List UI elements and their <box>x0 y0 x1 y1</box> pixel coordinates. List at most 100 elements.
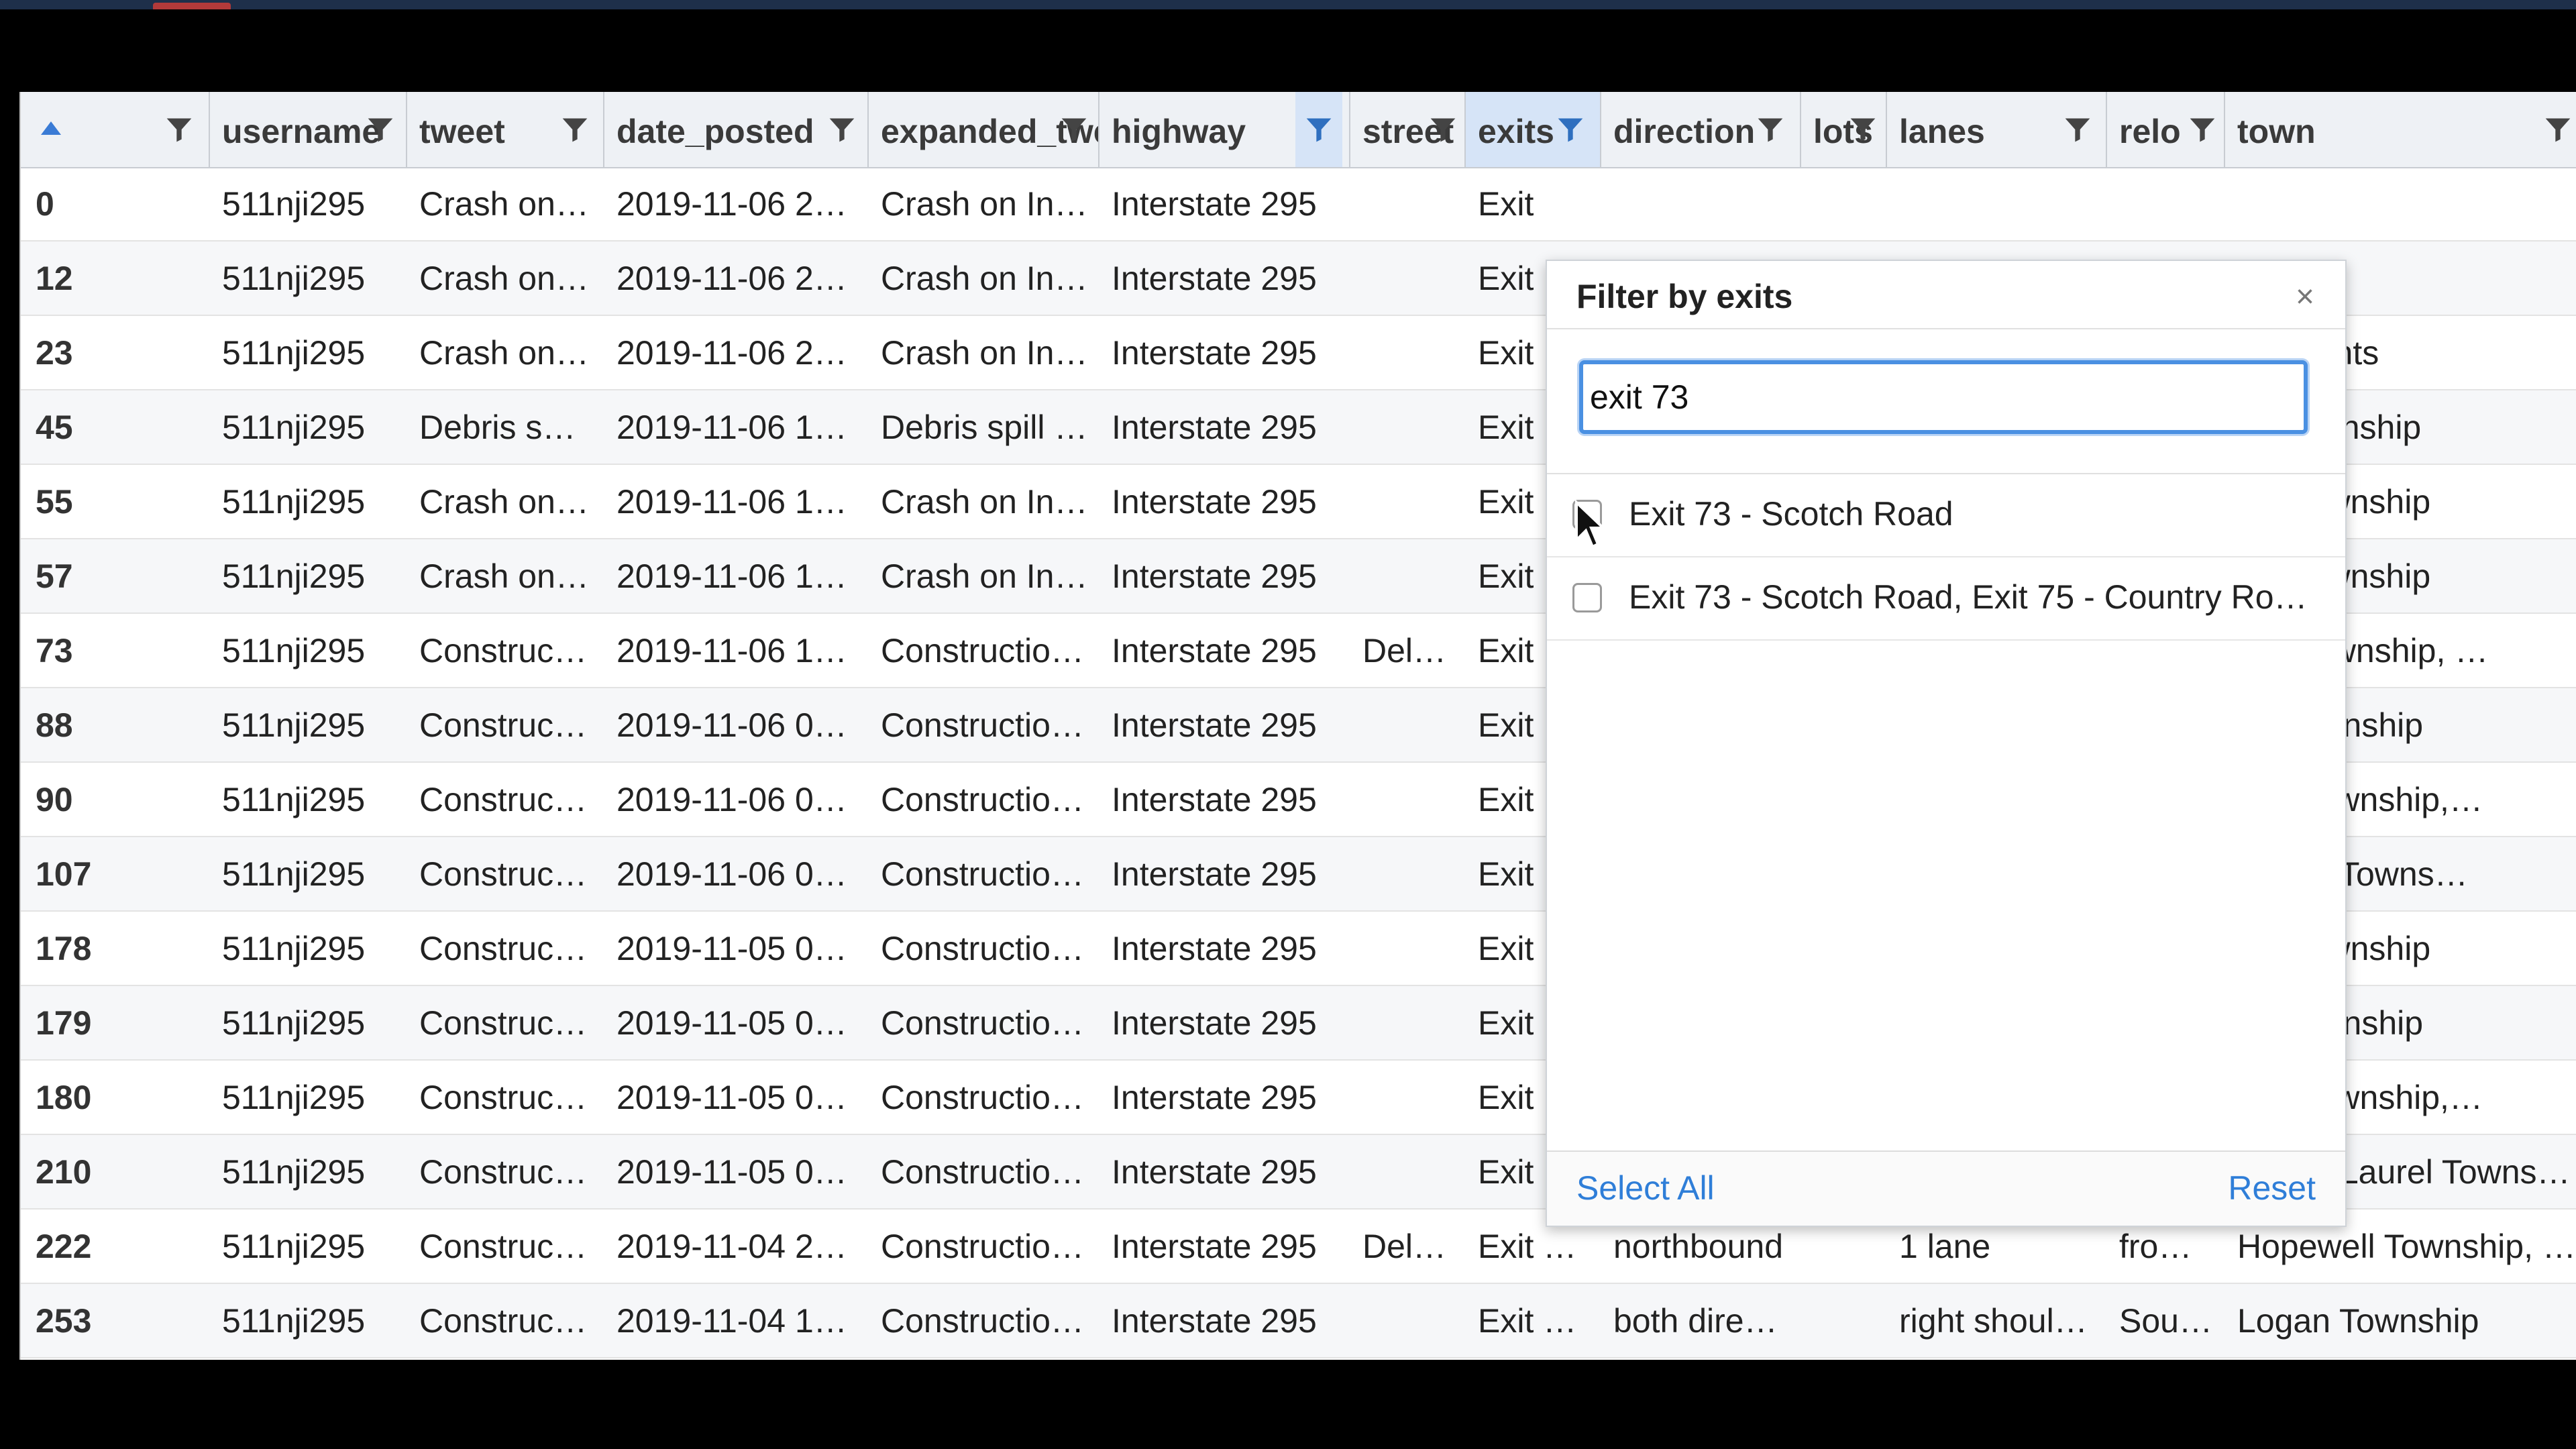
filter-icon[interactable] <box>827 115 857 144</box>
mouse-pointer-icon <box>1575 500 1607 549</box>
cell-username: 511nji295 <box>222 483 366 521</box>
filter-icon[interactable] <box>2063 115 2092 144</box>
header-label: exits <box>1478 113 1554 150</box>
cell-highway: Interstate 295 <box>1112 260 1317 297</box>
cell-tweet: Debris s… <box>419 409 576 446</box>
header-tweet[interactable]: tweet <box>407 92 604 167</box>
filter-icon[interactable] <box>1848 115 1878 144</box>
row-index: 210 <box>36 1153 92 1191</box>
cell-highway: Interstate 295 <box>1112 185 1317 223</box>
header-username[interactable]: username <box>210 92 407 167</box>
filter-icon[interactable] <box>1556 115 1585 144</box>
browser-tab-marker <box>153 3 231 9</box>
header-street[interactable]: street <box>1350 92 1466 167</box>
header-label: direction <box>1613 113 1756 150</box>
table-row[interactable]: 253 511nji295 Construc… 2019-11-04 1… Constr… <box>21 1284 2576 1358</box>
cell-expanded-tweet: Crash on In… <box>881 557 1088 595</box>
cell-street <box>1350 688 1466 763</box>
cell-username: 511nji295 <box>222 185 366 223</box>
cell-expanded-tweet: Crash on In… <box>881 483 1088 521</box>
header-lots[interactable]: lots <box>1801 92 1887 167</box>
cell-tweet: Construc… <box>419 930 588 967</box>
row-index: 180 <box>36 1079 92 1116</box>
cell-username: 511nji295 <box>222 706 366 744</box>
cell-expanded-tweet: Constructio… <box>881 1228 1084 1265</box>
header-label: username <box>222 113 381 150</box>
reset-link[interactable]: Reset <box>2228 1152 2316 1224</box>
cell-expanded-tweet: Crash on In… <box>881 334 1088 372</box>
filter-icon[interactable] <box>1428 115 1458 144</box>
filter-popup: Filter by exits × Exit 73 - Scotch Road … <box>1546 260 2347 1227</box>
filter-icon[interactable] <box>164 115 194 144</box>
cell-tweet: Construc… <box>419 1228 588 1265</box>
cell-street: Del… <box>1362 632 1447 669</box>
cell-username: 511nji295 <box>222 930 366 967</box>
cell-tweet: Construc… <box>419 1079 588 1116</box>
cell-lots <box>1801 167 1887 241</box>
filter-option[interactable]: Exit 73 - Scotch Road <box>1547 474 2345 557</box>
header-relo[interactable]: relo <box>2107 92 2225 167</box>
cell-direction <box>1601 167 1801 241</box>
cell-username: 511nji295 <box>222 334 366 372</box>
cell-street: Del… <box>1362 1228 1447 1265</box>
row-index: 57 <box>36 557 73 595</box>
filter-icon[interactable] <box>1295 92 1342 167</box>
cell-expanded-tweet: Constructio… <box>881 1302 1084 1340</box>
header-town[interactable]: town <box>2225 92 2576 167</box>
close-icon[interactable]: × <box>2296 281 2314 313</box>
filter-icon[interactable] <box>560 115 590 144</box>
header-direction[interactable]: direction <box>1601 92 1801 167</box>
sort-ascending-icon[interactable] <box>40 120 62 136</box>
row-index: 222 <box>36 1228 92 1265</box>
header-lanes[interactable]: lanes <box>1887 92 2107 167</box>
cell-expanded-tweet: Crash on In… <box>881 260 1088 297</box>
cell-username: 511nji295 <box>222 632 366 669</box>
cell-highway: Interstate 295 <box>1112 632 1317 669</box>
table-row[interactable]: 0 511nji295 Crash on… 2019-11-06 2… Crash on… <box>21 167 2576 241</box>
cell-tweet: Construc… <box>419 781 588 818</box>
filter-icon[interactable] <box>1756 115 1785 144</box>
header-highway[interactable]: highway <box>1099 92 1350 167</box>
row-index: 23 <box>36 334 73 372</box>
header-date-posted[interactable]: date_posted <box>604 92 869 167</box>
cell-date-posted: 2019-11-05 0… <box>616 930 847 967</box>
filter-icon[interactable] <box>1059 115 1089 144</box>
cell-tweet: Construc… <box>419 632 588 669</box>
row-index: 107 <box>36 855 92 893</box>
cell-tweet: Construc… <box>419 855 588 893</box>
row-index: 0 <box>36 185 54 223</box>
cell-date-posted: 2019-11-06 2… <box>616 334 847 372</box>
cell-date-posted: 2019-11-06 1… <box>616 632 847 669</box>
cell-street <box>1350 539 1466 614</box>
filter-icon[interactable] <box>366 115 395 144</box>
row-index: 253 <box>36 1302 92 1340</box>
row-index: 12 <box>36 260 73 297</box>
cell-username: 511nji295 <box>222 1228 366 1265</box>
cell-exits: Exit <box>1478 185 1534 223</box>
cell-tweet: Construc… <box>419 1153 588 1191</box>
cell-expanded-tweet: Constructio… <box>881 632 1084 669</box>
header-expanded-tweet[interactable]: expanded_tweet <box>869 92 1099 167</box>
filter-option[interactable]: Exit 73 - Scotch Road, Exit 75 - Country… <box>1547 557 2345 641</box>
cell-tweet: Construc… <box>419 1302 588 1340</box>
cell-street <box>1350 763 1466 837</box>
cell-street <box>1350 1284 1466 1358</box>
filter-icon[interactable] <box>2188 115 2217 144</box>
select-all-link[interactable]: Select All <box>1576 1152 1715 1224</box>
filter-icon[interactable] <box>2543 115 2573 144</box>
header-index[interactable] <box>21 92 210 167</box>
header-exits[interactable]: exits <box>1466 92 1601 167</box>
cell-street <box>1350 837 1466 912</box>
cell-tweet: Crash on… <box>419 483 589 521</box>
cell-highway: Interstate 295 <box>1112 930 1317 967</box>
cell-username: 511nji295 <box>222 1153 366 1191</box>
filter-option-checkbox[interactable] <box>1572 583 1602 612</box>
filter-option-label: Exit 73 - Scotch Road <box>1629 495 1953 533</box>
cell-street <box>1350 465 1466 539</box>
filter-search-input[interactable] <box>1579 360 2308 434</box>
cell-date-posted: 2019-11-06 2… <box>616 260 847 297</box>
cell-street <box>1350 1061 1466 1135</box>
cell-highway: Interstate 295 <box>1112 1302 1317 1340</box>
cell-tweet: Crash on… <box>419 334 589 372</box>
cell-date-posted: 2019-11-06 1… <box>616 409 847 446</box>
